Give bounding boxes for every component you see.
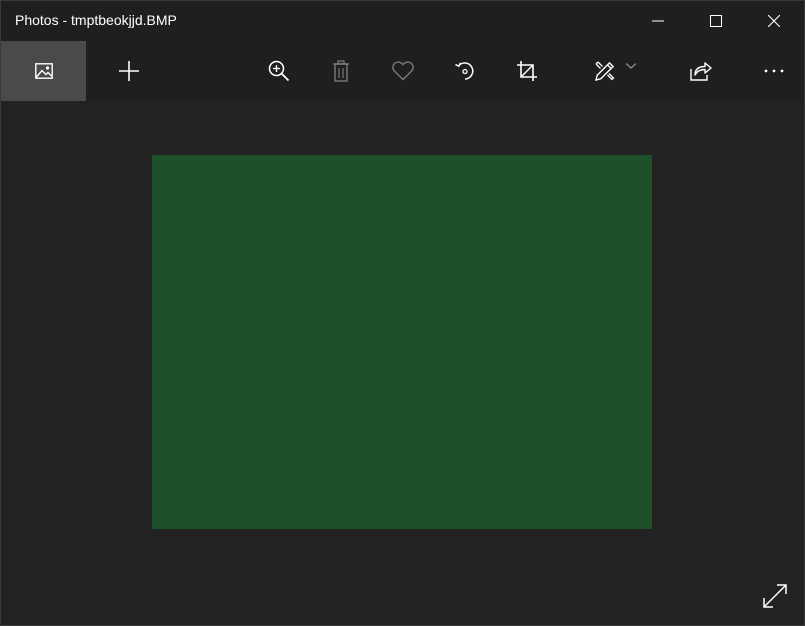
trash-icon	[333, 60, 349, 82]
zoom-in-icon	[268, 60, 290, 82]
photo-image[interactable]	[152, 155, 652, 529]
minimize-icon	[652, 20, 664, 22]
maximize-button[interactable]	[687, 1, 745, 41]
share-icon	[690, 62, 712, 81]
rotate-button[interactable]	[437, 41, 493, 101]
add-button[interactable]	[101, 41, 157, 101]
close-icon	[768, 15, 780, 27]
collection-button[interactable]	[1, 41, 86, 101]
more-options-button[interactable]	[746, 41, 802, 101]
favorite-button[interactable]	[375, 41, 431, 101]
delete-button[interactable]	[313, 41, 369, 101]
image-icon	[34, 63, 53, 79]
plus-icon	[119, 61, 139, 81]
expand-icon	[763, 584, 787, 608]
edit-pen-icon	[595, 61, 615, 81]
toolbar	[1, 41, 804, 101]
heart-icon	[392, 61, 414, 81]
crop-button[interactable]	[499, 41, 555, 101]
edit-create-button[interactable]	[579, 41, 651, 101]
more-icon	[764, 69, 784, 73]
share-button[interactable]	[673, 41, 729, 101]
window-title: Photos - tmptbeokjjd.BMP	[15, 12, 177, 28]
close-button[interactable]	[745, 1, 803, 41]
zoom-button[interactable]	[251, 41, 307, 101]
rotate-icon	[455, 62, 474, 80]
photos-window: Photos - tmptbeokjjd.BMP	[0, 0, 805, 626]
maximize-icon	[710, 15, 722, 27]
crop-icon	[517, 61, 537, 81]
fullscreen-button[interactable]	[755, 576, 795, 616]
chevron-down-icon	[625, 63, 637, 69]
title-bar: Photos - tmptbeokjjd.BMP	[1, 1, 804, 41]
minimize-button[interactable]	[629, 1, 687, 41]
